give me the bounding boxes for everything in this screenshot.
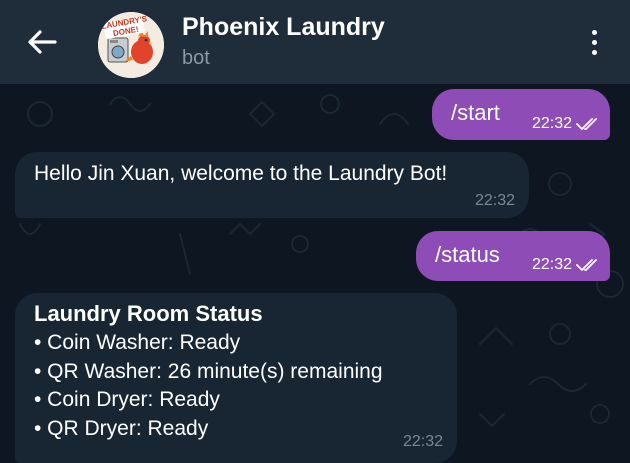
message-text: /status — [435, 242, 500, 267]
more-options-button[interactable] — [578, 22, 610, 62]
chat-header: LAUNDRY'S DONE! Phoenix Laundry bot — [0, 0, 630, 84]
status-line-qr-washer: • QR Washer: 26 minute(s) remaining — [34, 359, 383, 383]
double-check-icon — [576, 118, 597, 130]
incoming-message[interactable]: Hello Jin Xuan, welcome to the Laundry B… — [15, 152, 529, 218]
message-time: 22:32 — [531, 115, 572, 132]
avatar[interactable]: LAUNDRY'S DONE! — [98, 12, 164, 78]
status-line-coin-dryer: • Coin Dryer: Ready — [34, 388, 220, 411]
message-list[interactable]: /start 22:32 Hello Jin Xuan, welcome to … — [0, 84, 630, 463]
status-heading: Laundry Room Status — [34, 301, 263, 326]
message-text: Hello Jin Xuan, welcome to the Laundry B… — [34, 162, 448, 185]
status-line-qr-dryer: • QR Dryer: Ready — [34, 416, 209, 440]
chat-subtitle: bot — [182, 47, 210, 69]
status-line-coin-washer: • Coin Washer: Ready — [34, 331, 241, 354]
message-time: 22:32 — [474, 192, 515, 209]
message-time: 22:32 — [531, 256, 572, 273]
message-time: 22:32 — [402, 433, 443, 450]
back-button[interactable] — [22, 22, 62, 62]
message-text: /start — [451, 100, 500, 125]
double-check-icon — [576, 259, 597, 271]
arrow-left-icon — [28, 30, 57, 54]
chat-title: Phoenix Laundry — [182, 13, 385, 41]
outgoing-message[interactable]: /status 22:32 — [416, 231, 610, 281]
outgoing-message[interactable]: /start 22:32 — [432, 89, 610, 140]
incoming-message[interactable]: Laundry Room Status • Coin Washer: Ready… — [15, 293, 457, 463]
more-vertical-icon — [591, 29, 597, 35]
